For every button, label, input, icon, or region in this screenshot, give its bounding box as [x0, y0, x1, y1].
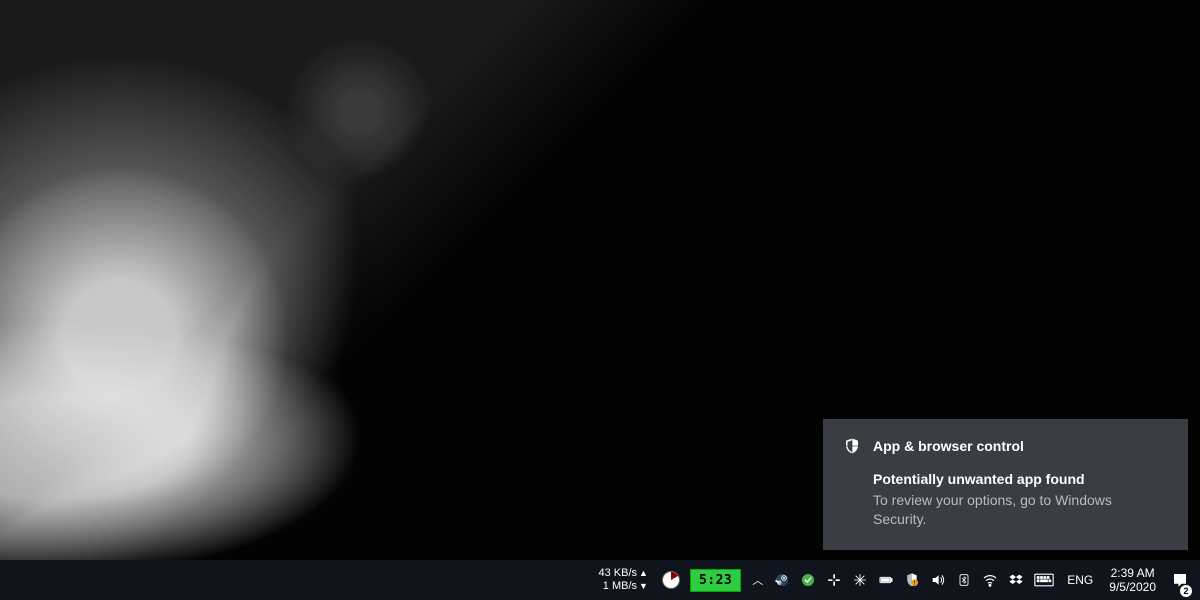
- battery-icon: [878, 572, 894, 588]
- windows-security-tray[interactable]: !: [899, 560, 925, 600]
- clock-tray[interactable]: 2:39 AM 9/5/2020: [1101, 560, 1164, 600]
- steam-icon: [774, 572, 790, 588]
- snowflake-icon: [852, 572, 868, 588]
- speaker-icon: [930, 572, 946, 588]
- notification-header: App & browser control: [843, 437, 1168, 455]
- notification-count-badge: 2: [1180, 585, 1192, 597]
- pie-chart-icon: [662, 571, 680, 589]
- dropbox-icon: [1008, 572, 1024, 588]
- show-hidden-icons-button[interactable]: ︿: [746, 560, 769, 600]
- wifi-icon: [982, 572, 998, 588]
- bluetooth-tray[interactable]: [951, 560, 977, 600]
- slack-tray[interactable]: [821, 560, 847, 600]
- battery-tray[interactable]: [873, 560, 899, 600]
- notification-message: To review your options, go to Windows Se…: [873, 491, 1168, 530]
- bluetooth-icon: [956, 572, 972, 588]
- notification-app-title: App & browser control: [873, 438, 1024, 454]
- timer-widget[interactable]: 5:23: [685, 560, 746, 600]
- language-label: ENG: [1067, 573, 1093, 587]
- down-arrow-icon: ▼: [639, 580, 648, 593]
- notification-heading: Potentially unwanted app found: [873, 471, 1168, 487]
- time-label: 2:39 AM: [1111, 566, 1155, 580]
- system-tray: 43 KB/s ▲ 1 MB/s ▼ 5:23 ︿: [590, 560, 1197, 600]
- status-ok-tray[interactable]: [795, 560, 821, 600]
- wifi-tray[interactable]: [977, 560, 1003, 600]
- up-arrow-icon: ▲: [639, 567, 648, 580]
- dropbox-tray[interactable]: [1003, 560, 1029, 600]
- notification-body: Potentially unwanted app found To review…: [843, 471, 1168, 530]
- security-notification-toast[interactable]: App & browser control Potentially unwant…: [823, 419, 1188, 550]
- keyboard-icon: [1034, 573, 1054, 587]
- date-label: 9/5/2020: [1109, 580, 1156, 594]
- volume-tray[interactable]: [925, 560, 951, 600]
- chevron-up-icon: ︿: [752, 572, 763, 588]
- keyboard-tray[interactable]: [1029, 560, 1059, 600]
- disk-usage-pie[interactable]: [657, 560, 685, 600]
- shield-icon: [843, 437, 861, 455]
- check-circle-icon: [800, 572, 816, 588]
- timer-label: 5:23: [690, 569, 741, 592]
- upload-speed: 1 MB/s: [603, 580, 637, 593]
- network-speed-monitor[interactable]: 43 KB/s ▲ 1 MB/s ▼: [590, 560, 657, 600]
- taskbar: 43 KB/s ▲ 1 MB/s ▼ 5:23 ︿: [0, 560, 1200, 600]
- svg-text:!: !: [914, 581, 916, 587]
- shield-warning-icon: !: [904, 572, 920, 588]
- snowflake-tray[interactable]: [847, 560, 873, 600]
- slack-icon: [826, 572, 842, 588]
- steam-tray[interactable]: [769, 560, 795, 600]
- language-indicator[interactable]: ENG: [1059, 560, 1101, 600]
- action-center-button[interactable]: 2: [1164, 560, 1196, 600]
- download-speed: 43 KB/s: [599, 567, 638, 580]
